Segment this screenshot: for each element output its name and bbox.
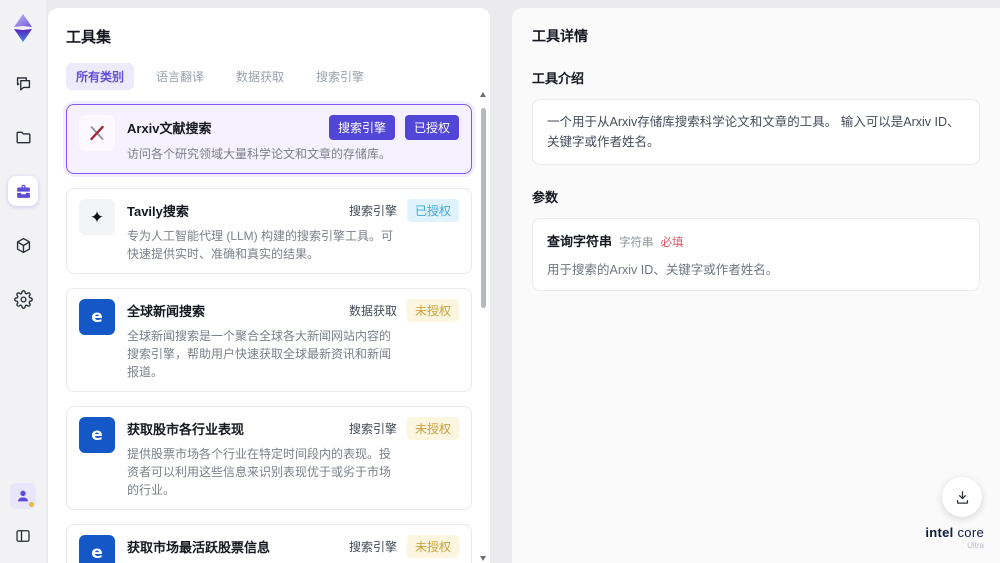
intel-sub-label: Ultra [967, 541, 984, 551]
intro-text: 一个用于从Arxiv存储库搜索科学论文和文章的工具。 输入可以是Arxiv ID… [547, 115, 960, 149]
intro-box: 一个用于从Arxiv存储库搜索科学论文和文章的工具。 输入可以是Arxiv ID… [532, 99, 980, 165]
status-badge: 已授权 [404, 115, 459, 140]
panel-toggle-button[interactable] [10, 523, 36, 549]
page-title: 工具集 [66, 29, 112, 46]
tab-data-acquisition[interactable]: 数据获取 [226, 63, 294, 90]
sidebar-item-chat[interactable] [8, 68, 38, 98]
chat-icon [16, 76, 30, 91]
tool-name: 获取市场最活跃股票信息 [127, 540, 271, 555]
tab-search-engine[interactable]: 搜索引擎 [306, 63, 374, 90]
folder-icon [15, 131, 31, 143]
sidebar-item-models[interactable] [8, 230, 38, 260]
status-badge: 未授权 [406, 535, 459, 558]
category-label: 搜索引擎 [348, 540, 397, 554]
intel-wordmark: intel [925, 524, 954, 540]
tool-name: Arxiv文献搜索 [127, 121, 212, 136]
tool-description: 专为人工智能代理 (LLM) 构建的搜索引擎工具。可快速提供实时、准确和真实的结… [127, 229, 394, 261]
tool-name: 全球新闻搜索 [127, 304, 206, 319]
category-label: 搜索引擎 [348, 204, 397, 218]
logo-diamond-icon [14, 14, 32, 42]
status-badge: 已授权 [406, 199, 459, 222]
tool-list-panel: 工具集 所有类别 语言翻译 数据获取 搜索引擎 Arxiv文献搜索 搜索引擎 已… [48, 8, 490, 563]
sidebar [0, 0, 46, 563]
user-icon [18, 490, 28, 502]
tab-all-categories[interactable]: 所有类别 [66, 63, 135, 90]
core-wordmark: core [957, 524, 984, 540]
intel-core-logo: intel core Ultra [925, 524, 984, 551]
download-button[interactable] [942, 477, 982, 517]
arxiv-icon [79, 115, 115, 151]
params-heading: 参数 [532, 190, 559, 205]
status-dot [29, 502, 34, 507]
app-root: 工具集 所有类别 语言翻译 数据获取 搜索引擎 Arxiv文献搜索 搜索引擎 已… [0, 0, 1000, 563]
tool-list: Arxiv文献搜索 搜索引擎 已授权 访问各个研究领域大量科学论文和文章的存储库… [66, 104, 472, 563]
tool-item-active-stocks[interactable]: e 获取市场最活跃股票信息 搜索引擎 未授权 提供当天交易量最高的股票列表，投资… [66, 524, 472, 563]
panel-layout-icon [16, 530, 30, 542]
tavily-sparkle-icon: ✦ [79, 199, 115, 235]
sidebar-item-settings[interactable] [8, 284, 38, 314]
tool-item-tavily[interactable]: ✦ Tavily搜索 搜索引擎 已授权 专为人工智能代理 (LLM) 构建的搜索… [66, 188, 472, 274]
scrollbar-thumb[interactable] [481, 108, 486, 308]
param-description: 用于搜索的Arxiv ID、关键字或作者姓名。 [547, 263, 779, 277]
toolbox-icon [16, 184, 30, 198]
blue-news-icon: e [79, 535, 115, 563]
status-badge: 未授权 [406, 299, 459, 322]
sidebar-item-files[interactable] [8, 122, 38, 152]
tool-name: Tavily搜索 [127, 204, 189, 219]
sidebar-bottom [10, 483, 36, 549]
category-badge: 搜索引擎 [328, 115, 395, 140]
tab-language-translation[interactable]: 语言翻译 [146, 63, 214, 90]
sidebar-item-tools[interactable] [8, 176, 38, 206]
tool-item-sector-performance[interactable]: e 获取股市各行业表现 搜索引擎 未授权 提供股票市场各个行业在特定时间段内的表… [66, 406, 472, 510]
tool-description: 全球新闻搜索是一个聚合全球各大新闻网站内容的搜索引擎，帮助用户快速获取全球最新资… [127, 329, 392, 379]
param-box: 查询字符串 字符串 必填 用于搜索的Arxiv ID、关键字或作者姓名。 [532, 218, 980, 291]
param-name: 查询字符串 [547, 234, 613, 249]
user-avatar[interactable] [10, 483, 36, 509]
tool-item-arxiv[interactable]: Arxiv文献搜索 搜索引擎 已授权 访问各个研究领域大量科学论文和文章的存储库… [66, 104, 472, 174]
tool-description: 提供股票市场各个行业在特定时间段内的表现。投资者可以利用这些信息来识别表现优于或… [127, 447, 392, 497]
tool-detail-panel: 工具详情 工具介绍 一个用于从Arxiv存储库搜索科学论文和文章的工具。 输入可… [512, 8, 1000, 563]
scrollbar-up-arrow-icon[interactable] [480, 92, 486, 97]
param-required-flag: 必填 [660, 237, 684, 249]
cube-icon [16, 237, 30, 253]
category-label: 搜索引擎 [348, 422, 397, 436]
tool-description: 访问各个研究领域大量科学论文和文章的存储库。 [127, 147, 392, 161]
detail-title: 工具详情 [532, 28, 588, 44]
blue-news-icon: e [79, 299, 115, 335]
gear-icon [13, 289, 33, 309]
blue-news-icon: e [79, 417, 115, 453]
status-badge: 未授权 [406, 417, 459, 440]
category-label: 数据获取 [348, 304, 397, 318]
download-icon [956, 490, 968, 504]
intro-heading: 工具介绍 [532, 71, 585, 86]
scrollbar-down-arrow-icon[interactable] [480, 556, 486, 561]
app-logo[interactable] [8, 12, 38, 44]
list-scrollbar[interactable] [480, 92, 487, 561]
tool-name: 获取股市各行业表现 [127, 422, 245, 437]
tool-item-global-news[interactable]: e 全球新闻搜索 数据获取 未授权 全球新闻搜索是一个聚合全球各大新闻网站内容的… [66, 288, 472, 392]
param-type: 字符串 [619, 237, 654, 249]
category-tabs: 所有类别 语言翻译 数据获取 搜索引擎 [66, 63, 472, 90]
